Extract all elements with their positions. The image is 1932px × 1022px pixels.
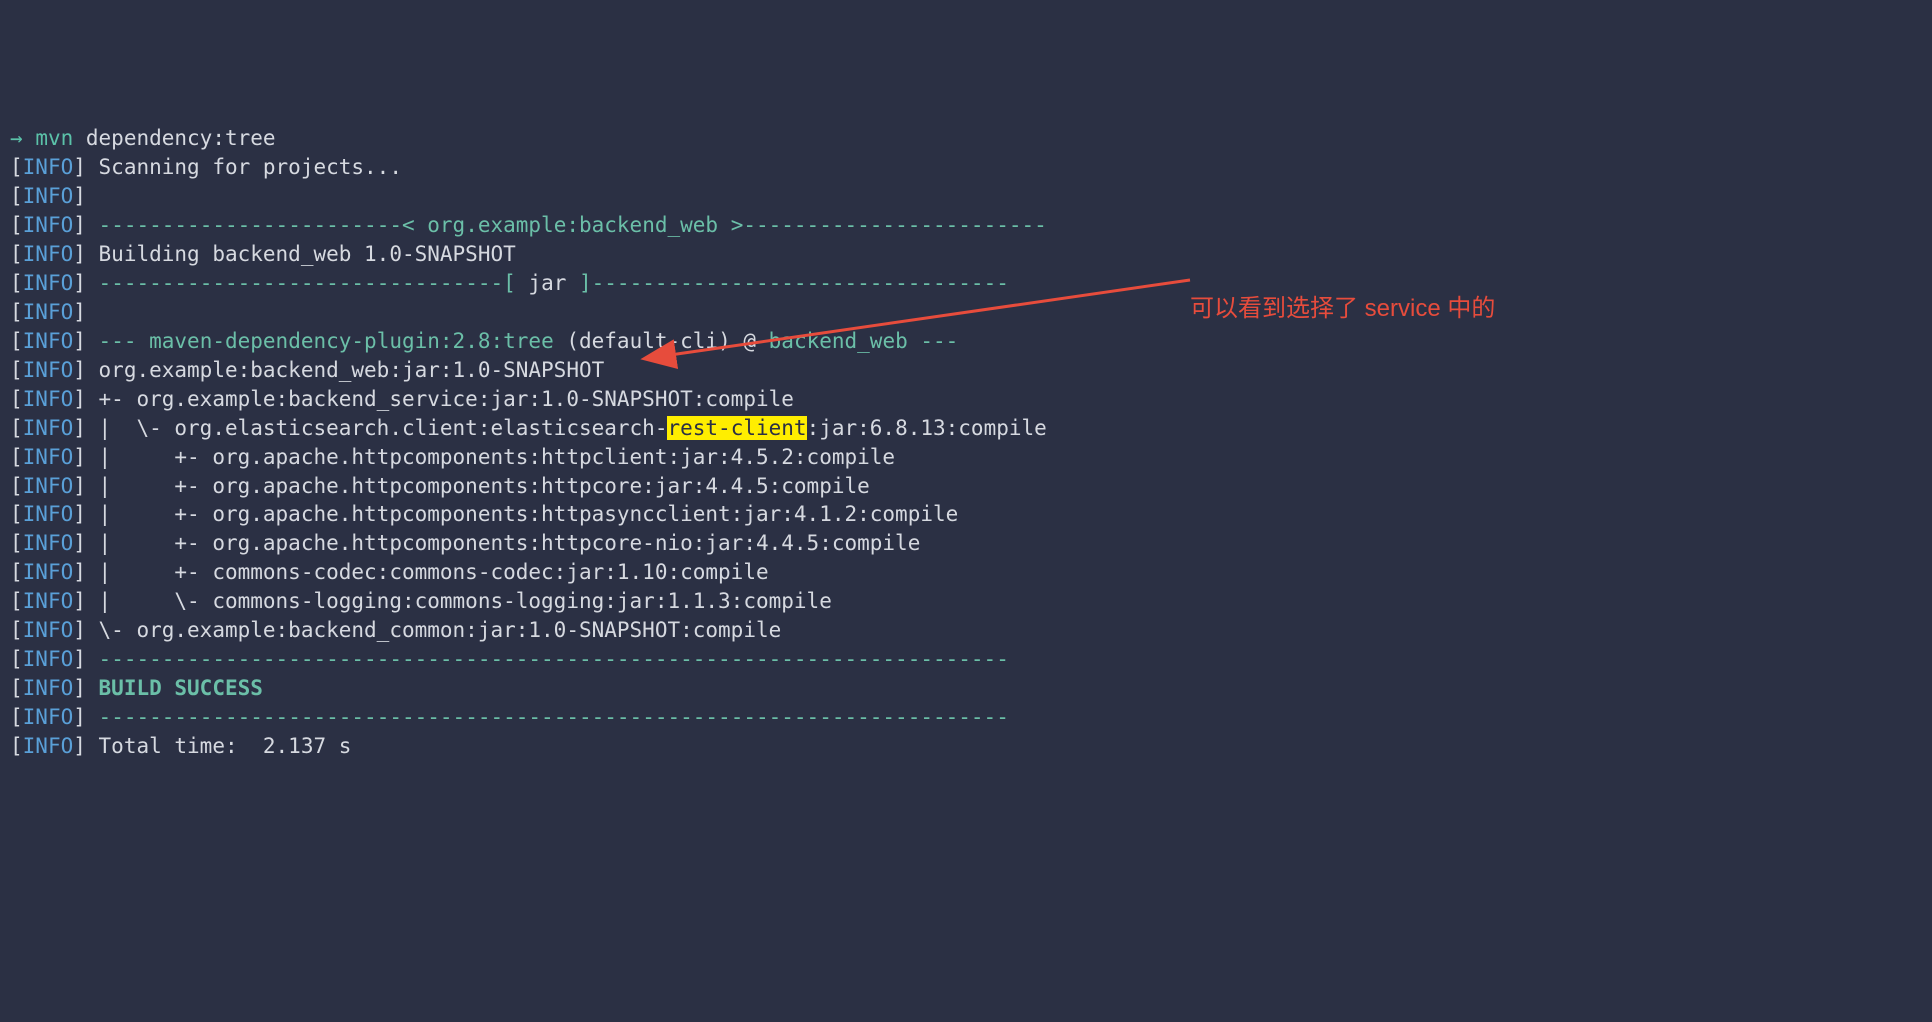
log-line: [INFO] Building backend_web 1.0-SNAPSHOT: [10, 240, 1922, 269]
log-level: INFO: [23, 445, 74, 469]
terminal-output: → mvn dependency:tree[INFO] Scanning for…: [10, 124, 1922, 761]
log-level: INFO: [23, 184, 74, 208]
log-level: INFO: [23, 358, 74, 382]
prompt-arrow: →: [10, 126, 23, 150]
log-line: [INFO] | \- commons-logging:commons-logg…: [10, 587, 1922, 616]
log-level: INFO: [23, 560, 74, 584]
log-line: [INFO]: [10, 298, 1922, 327]
log-line: [INFO] --------------------------------[…: [10, 269, 1922, 298]
log-level: INFO: [23, 531, 74, 555]
log-level: INFO: [23, 734, 74, 758]
log-line: [INFO] | \- org.elasticsearch.client:ela…: [10, 414, 1922, 443]
log-line: [INFO] ---------------------------------…: [10, 703, 1922, 732]
log-line: [INFO] +- org.example:backend_service:ja…: [10, 385, 1922, 414]
log-level: INFO: [23, 589, 74, 613]
log-line: [INFO] \- org.example:backend_common:jar…: [10, 616, 1922, 645]
log-level: INFO: [23, 242, 74, 266]
log-level: INFO: [23, 676, 74, 700]
log-line: [INFO] | +- org.apache.httpcomponents:ht…: [10, 472, 1922, 501]
log-line: [INFO] | +- org.apache.httpcomponents:ht…: [10, 443, 1922, 472]
log-line: [INFO] Scanning for projects...: [10, 153, 1922, 182]
log-level: INFO: [23, 705, 74, 729]
log-level: INFO: [23, 502, 74, 526]
log-line: [INFO] ------------------------< org.exa…: [10, 211, 1922, 240]
annotation-text: 可以看到选择了 service 中的: [1190, 292, 1495, 325]
log-level: INFO: [23, 618, 74, 642]
command-args: dependency:tree: [73, 126, 275, 150]
log-level: INFO: [23, 271, 74, 295]
log-line: [INFO] BUILD SUCCESS: [10, 674, 1922, 703]
log-line: [INFO] | +- commons-codec:commons-codec:…: [10, 558, 1922, 587]
log-level: INFO: [23, 474, 74, 498]
log-line: [INFO] | +- org.apache.httpcomponents:ht…: [10, 529, 1922, 558]
command: mvn: [35, 126, 73, 150]
log-line: [INFO] ---------------------------------…: [10, 645, 1922, 674]
log-level: INFO: [23, 387, 74, 411]
log-line: [INFO] | +- org.apache.httpcomponents:ht…: [10, 500, 1922, 529]
log-level: INFO: [23, 300, 74, 324]
log-level: INFO: [23, 213, 74, 237]
log-level: INFO: [23, 647, 74, 671]
log-level: INFO: [23, 416, 74, 440]
log-line: [INFO] org.example:backend_web:jar:1.0-S…: [10, 356, 1922, 385]
log-level: INFO: [23, 155, 74, 179]
log-line: [INFO] --- maven-dependency-plugin:2.8:t…: [10, 327, 1922, 356]
prompt-line: → mvn dependency:tree: [10, 124, 1922, 153]
log-line: [INFO]: [10, 182, 1922, 211]
log-line: [INFO] Total time: 2.137 s: [10, 732, 1922, 761]
log-level: INFO: [23, 329, 74, 353]
